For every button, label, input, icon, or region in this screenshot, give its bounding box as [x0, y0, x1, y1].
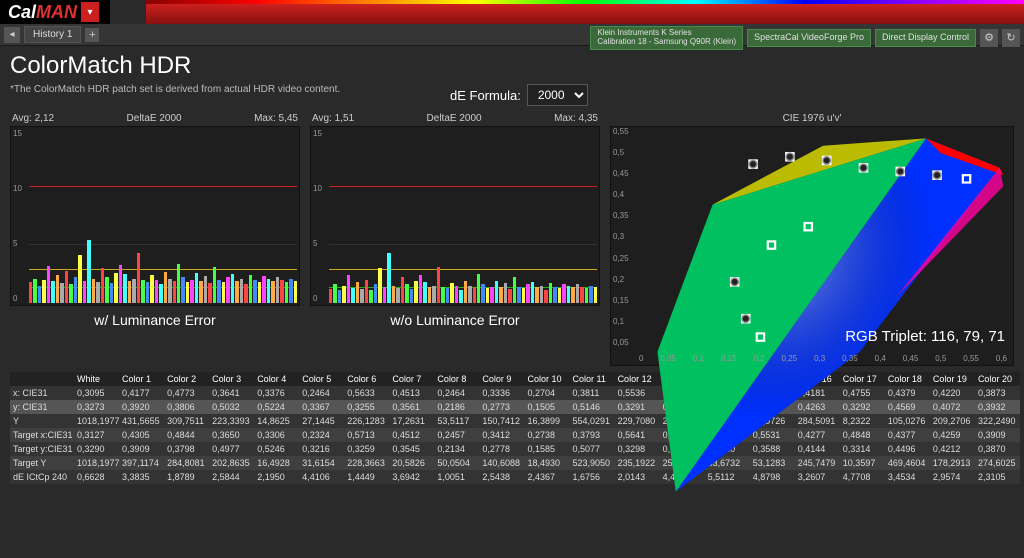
table-header [10, 372, 74, 386]
chart2-caption: w/o Luminance Error [310, 312, 600, 328]
de-formula-label: dE Formula: [450, 88, 521, 103]
deltae-without-lum-panel: Avg: 1,51 DeltaE 2000 Max: 4,35 151050 w… [310, 113, 600, 366]
cie-panel: CIE 1976 u'v' 0,050,10,150,20,250,30,350… [610, 113, 1014, 366]
tab-history-1[interactable]: History 1 [24, 26, 81, 43]
table-header: Color 7 [389, 372, 434, 386]
rgb-triplet-readout: RGB Triplet: 116, 79, 71 [845, 328, 1005, 345]
chevron-left-icon: ◂ [9, 29, 14, 40]
table-header: Color 2 [164, 372, 209, 386]
chart1-caption: w/ Luminance Error [10, 312, 300, 328]
chart1-max: Max: 5,45 [254, 113, 298, 124]
chart2-title: DeltaE 2000 [427, 113, 482, 124]
table-header: White [74, 372, 119, 386]
deltae-with-lum-panel: Avg: 2,12 DeltaE 2000 Max: 5,45 151050 w… [10, 113, 300, 366]
app-menu-button[interactable]: ▾ [81, 2, 99, 22]
table-header: Color 11 [570, 372, 615, 386]
chart2-max: Max: 4,35 [554, 113, 598, 124]
reload-button[interactable]: ↻ [1002, 29, 1020, 47]
cie-plot: 0,050,10,150,20,250,30,350,40,450,50,55 [610, 126, 1014, 366]
history-back-button[interactable]: ◂ [4, 27, 20, 43]
table-header: Color 3 [209, 372, 254, 386]
table-header: Color 5 [299, 372, 344, 386]
source-status-box[interactable]: SpectraCal VideoForge Pro [747, 29, 871, 47]
reload-icon: ↻ [1006, 31, 1015, 44]
gear-icon: ⚙ [984, 31, 994, 44]
brand-red-strip [146, 4, 1024, 24]
brand-bar: CalMAN ▾ [0, 0, 1024, 24]
settings-button[interactable]: ⚙ [980, 29, 998, 47]
de-formula-select[interactable]: 2000 [527, 84, 588, 106]
add-tab-button[interactable]: + [85, 28, 99, 42]
chevron-down-icon: ▾ [88, 7, 93, 18]
plus-icon: + [89, 29, 95, 41]
app-logo: CalMAN [0, 2, 77, 23]
chart1-title: DeltaE 2000 [127, 113, 182, 124]
cie-title: CIE 1976 u'v' [610, 113, 1014, 124]
table-header: Color 8 [434, 372, 479, 386]
table-header: Color 4 [254, 372, 299, 386]
chart2-plot: 151050 [310, 126, 600, 306]
chart1-plot: 151050 [10, 126, 300, 306]
table-header: Color 6 [344, 372, 389, 386]
page-title: ColorMatch HDR [10, 52, 1014, 80]
table-header: Color 10 [524, 372, 569, 386]
tab-bar: ◂ History 1 + Klein Instruments K Series… [0, 24, 1024, 46]
display-status-box[interactable]: Direct Display Control [875, 29, 976, 47]
chart2-avg: Avg: 1,51 [312, 113, 354, 124]
chart1-avg: Avg: 2,12 [12, 113, 54, 124]
table-header: Color 1 [119, 372, 164, 386]
table-header: Color 9 [479, 372, 524, 386]
